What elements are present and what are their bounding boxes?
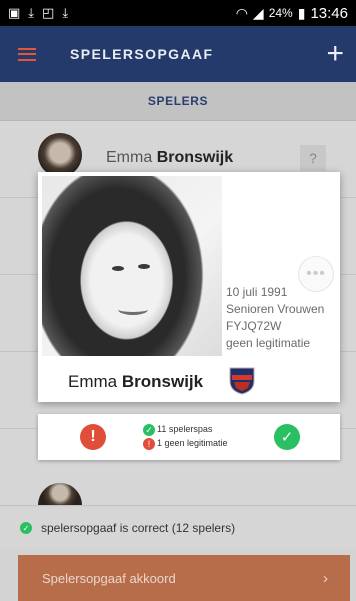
notification-icons: ▣ ⤓ ◰ ⤓: [0, 5, 68, 21]
battery-percent: 24%: [268, 6, 293, 20]
app-bar: SPELERSOPGAAF +: [0, 26, 356, 82]
app-title: SPELERSOPGAAF: [70, 46, 214, 62]
signal-icon: ◢: [252, 4, 264, 21]
screenshot-icon: ◰: [42, 5, 55, 20]
exclamation-icon[interactable]: !: [80, 424, 106, 450]
avatar: [38, 133, 82, 177]
avatar: [38, 483, 82, 505]
gallery-icon: ▣: [8, 5, 21, 20]
download-icon: ⤓: [28, 5, 35, 20]
player-photo: [42, 176, 222, 356]
check-icon[interactable]: ✓: [274, 424, 300, 450]
summary-card: ! ✓ 11 spelerspas ! 1 geen legitimatie ✓: [38, 414, 340, 460]
wifi-icon: ◠: [235, 4, 248, 21]
summary-stats: ✓ 11 spelerspas ! 1 geen legitimatie: [143, 422, 228, 450]
player-full-name: Emma Bronswijk: [68, 372, 204, 391]
missing-id-count: 1 geen legitimatie: [157, 438, 228, 448]
id-status: geen legitimatie: [226, 336, 311, 350]
birth-date: 10 juli 1991: [226, 285, 288, 299]
tab-label: SPELERS: [147, 94, 209, 108]
battery-icon: ▮: [297, 4, 306, 21]
approve-button[interactable]: Spelersopgaaf akkoord ›: [18, 555, 350, 601]
check-icon: ✓: [143, 423, 155, 436]
clock: 13:46: [310, 4, 348, 22]
player-info: 10 juli 1991 Senioren Vrouwen FYJQ72W ge…: [226, 284, 324, 352]
pass-count: 11 spelerspas: [157, 424, 213, 434]
check-icon: ✓: [20, 522, 32, 534]
player-name: Emma Bronswijk: [106, 149, 234, 166]
add-button[interactable]: +: [326, 39, 344, 69]
chevron-right-icon: ›: [323, 569, 328, 587]
team-name: Senioren Vrouwen: [226, 302, 325, 316]
tab-spelers[interactable]: SPELERS: [0, 82, 356, 121]
validation-message: spelersopgaaf is correct (12 spelers): [41, 521, 236, 535]
hamburger-menu-icon[interactable]: [18, 47, 36, 61]
status-bar: ▣ ⤓ ◰ ⤓ ◠ ◢ 24% ▮ 13:46: [0, 0, 356, 26]
approve-button-label: Spelersopgaaf akkoord: [42, 570, 176, 586]
validation-status: ✓ spelersopgaaf is correct (12 spelers): [0, 508, 356, 548]
player-detail-card: ••• 10 juli 1991 Senioren Vrouwen FYJQ72…: [38, 172, 340, 402]
exclamation-icon: !: [143, 437, 155, 450]
player-code: FYJQ72W: [226, 319, 282, 333]
club-crest-icon: [229, 367, 255, 395]
download-icon: ⤓: [62, 5, 69, 20]
unknown-status-badge[interactable]: ?: [300, 145, 326, 171]
